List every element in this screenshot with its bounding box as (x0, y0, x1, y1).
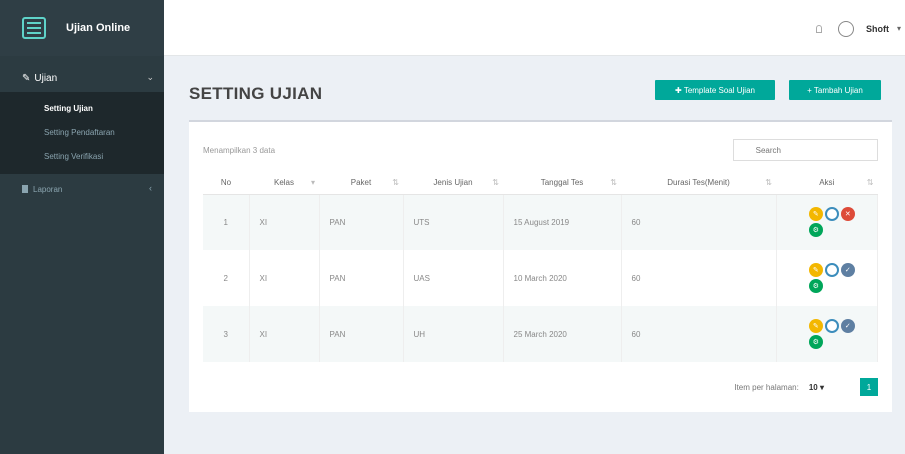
action-group: ✎ ✓ ⚙ (808, 263, 855, 293)
sidebar-item-setting-ujian[interactable]: Setting Ujian (0, 96, 164, 120)
action-group: ✎ ✕ ⚙ (808, 207, 855, 238)
monitor-icon (22, 17, 46, 39)
sidebar-menu: ✎ Ujian ⌄ Setting Ujian Setting Pendafta… (0, 64, 164, 204)
settings-icon[interactable]: ⚙ (808, 279, 823, 293)
template-soal-button[interactable]: ✚ Template Soal Ujian (655, 80, 775, 100)
user-name[interactable]: Shoft (866, 24, 889, 34)
chevron-left-icon: ‹ (149, 183, 152, 193)
sidebar-item-setting-verifikasi[interactable]: Setting Verifikasi (0, 144, 164, 168)
table-row: 1 XI PAN UTS 15 August 2019 60 ✎ ✕ ⚙ (203, 194, 878, 250)
cell-paket: PAN (319, 306, 404, 362)
cell-aksi: ✎ ✕ ⚙ (776, 194, 878, 250)
col-tanggal[interactable]: Tanggal Tes ⇅ (503, 172, 621, 195)
menu-laporan-label: Laporan (33, 184, 63, 194)
cell-no: 2 (203, 250, 250, 306)
edit-icon[interactable]: ✎ (808, 319, 823, 333)
col-tanggal-label: Tanggal Tes (540, 178, 584, 188)
items-per-page-select[interactable]: 10 ▾ (809, 383, 824, 392)
items-per-page-value: 10 (808, 382, 818, 392)
edit-icon: ✎ (22, 72, 31, 84)
cell-jenis: UH (403, 306, 504, 362)
menu-group-ujian: ✎ Ujian ⌄ Setting Ujian Setting Pendafta… (0, 64, 164, 174)
table-row: 3 XI PAN UH 25 March 2020 60 ✎ ✓ ⚙ (203, 306, 878, 362)
top-bar: Shoft ▾ (164, 0, 905, 56)
settings-icon[interactable]: ⚙ (808, 335, 823, 349)
bell-icon[interactable] (816, 25, 822, 33)
search-input[interactable] (734, 140, 877, 161)
col-aksi: Aksi ⇅ (776, 172, 878, 195)
cell-tanggal: 25 March 2020 (503, 306, 622, 362)
col-aksi-label: Aksi (819, 178, 835, 188)
menu-laporan[interactable]: Laporan ‹ (0, 174, 164, 204)
menu-ujian[interactable]: ✎ Ujian ⌄ (0, 64, 164, 92)
table-row: 2 XI PAN UAS 10 March 2020 60 ✎ ✓ ⚙ (203, 250, 878, 306)
cell-aksi: ✎ ✓ ⚙ (776, 250, 878, 306)
pagination: Item per halaman: 10 ▾ 1 (734, 378, 878, 396)
cell-tanggal: 10 March 2020 (503, 250, 622, 306)
cell-jenis: UAS (403, 250, 504, 306)
cell-no: 3 (203, 306, 250, 362)
col-no-label: No (220, 178, 232, 188)
cell-kelas: XI (249, 306, 320, 362)
app-name: Ujian Online (66, 22, 131, 34)
col-durasi-label: Durasi Tes(Menit) (667, 178, 730, 188)
edit-icon[interactable]: ✎ (808, 207, 823, 222)
show-entries-text: Menampilkan 3 data (203, 146, 276, 155)
cell-kelas: XI (249, 250, 320, 306)
col-jenis[interactable]: Jenis Ujian ⇅ (403, 172, 503, 195)
cell-paket: PAN (319, 194, 404, 250)
page-button[interactable]: 1 (860, 378, 878, 396)
edit-icon[interactable]: ✎ (808, 263, 823, 277)
view-icon[interactable] (824, 319, 839, 333)
sort-icon: ⇅ (392, 178, 399, 187)
col-kelas-label: Kelas (273, 178, 294, 188)
delete-icon[interactable]: ✕ (840, 207, 855, 222)
action-group: ✎ ✓ ⚙ (808, 319, 855, 349)
cell-durasi: 60 (621, 306, 777, 362)
sidebar-item-setting-pendaftaran[interactable]: Setting Pendaftaran (0, 120, 164, 144)
cell-paket: PAN (319, 250, 404, 306)
cell-jenis: UTS (403, 194, 504, 250)
col-no[interactable]: No (203, 172, 249, 195)
view-icon[interactable] (824, 263, 839, 277)
sort-icon: ⇅ (492, 178, 499, 187)
chevron-down-icon: ⌄ (146, 72, 154, 82)
cell-durasi: 60 (621, 194, 777, 250)
sort-icon: ▾ (310, 178, 315, 187)
col-kelas[interactable]: Kelas ▾ (249, 172, 319, 195)
document-icon (22, 185, 28, 193)
col-paket[interactable]: Paket ⇅ (319, 172, 403, 195)
cell-no: 1 (203, 194, 250, 250)
cell-durasi: 60 (621, 250, 777, 306)
sort-icon: ⇅ (866, 178, 874, 187)
menu-ujian-label: Ujian (34, 72, 58, 84)
cell-tanggal: 15 August 2019 (503, 194, 622, 250)
search-box[interactable] (733, 139, 878, 161)
content-box: Menampilkan 3 data No Kelas ▾ Paket ⇅ Jeni… (189, 120, 892, 412)
view-icon[interactable] (824, 207, 839, 222)
avatar[interactable] (838, 21, 854, 37)
check-icon[interactable]: ✓ (840, 319, 855, 333)
page-title: SETTING UJIAN (189, 84, 323, 103)
settings-icon[interactable]: ⚙ (808, 223, 823, 238)
cell-kelas: XI (249, 194, 320, 250)
col-paket-label: Paket (350, 178, 372, 188)
brand[interactable]: Ujian Online (0, 0, 164, 56)
sidebar: Ujian Online ✎ Ujian ⌄ Setting Ujian Set… (0, 0, 164, 454)
col-durasi[interactable]: Durasi Tes(Menit) ⇅ (621, 172, 776, 195)
table-header-row: No Kelas ▾ Paket ⇅ Jenis Ujian ⇅ Tanggal Te… (203, 172, 878, 195)
ujian-table: No Kelas ▾ Paket ⇅ Jenis Ujian ⇅ Tanggal Te… (203, 172, 878, 362)
caret-down-icon[interactable]: ▾ (897, 24, 901, 33)
submenu-ujian: Setting Ujian Setting Pendaftaran Settin… (0, 92, 164, 174)
cell-aksi: ✎ ✓ ⚙ (776, 306, 878, 362)
tambah-ujian-button[interactable]: + Tambah Ujian (789, 80, 881, 100)
sort-icon: ⇅ (610, 178, 617, 187)
sort-icon: ⇅ (765, 178, 772, 187)
items-per-page-label: Item per halaman: (734, 382, 799, 392)
col-jenis-label: Jenis Ujian (433, 178, 473, 188)
check-icon[interactable]: ✓ (840, 263, 855, 277)
